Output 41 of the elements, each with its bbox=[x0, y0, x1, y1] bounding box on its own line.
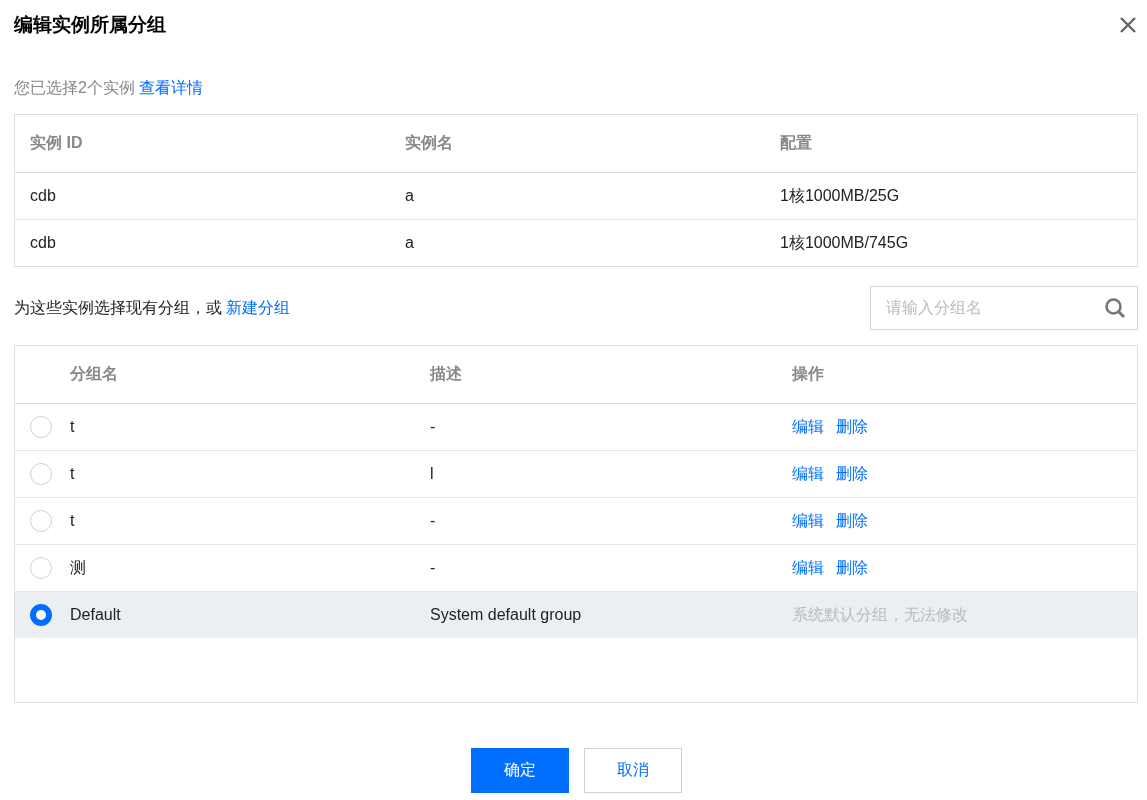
new-group-link[interactable]: 新建分组 bbox=[226, 298, 290, 316]
table-cell-text: a bbox=[404, 187, 415, 205]
close-icon[interactable] bbox=[1118, 15, 1138, 35]
details-link[interactable]: 查看详情 bbox=[138, 79, 203, 96]
action-link[interactable]: 删除 bbox=[836, 558, 868, 576]
table-cell-text: 1核1000MB/745G bbox=[779, 232, 910, 253]
table-cell-text: - bbox=[429, 559, 437, 577]
table-cell-text: Default bbox=[69, 606, 122, 624]
action-link[interactable]: 编辑 bbox=[792, 417, 824, 435]
selection-note: 您已选择2个实例 bbox=[14, 79, 135, 96]
table-cell-text: - bbox=[429, 512, 437, 530]
table-cell-text: t bbox=[69, 512, 76, 530]
search-icon[interactable] bbox=[1104, 297, 1126, 319]
column-header: 操作 bbox=[790, 364, 825, 384]
action-link[interactable]: 删除 bbox=[836, 417, 868, 435]
column-header: 实例名 bbox=[404, 133, 454, 153]
column-header: 实例 ID bbox=[29, 133, 84, 153]
column-header: 分组名 bbox=[69, 364, 119, 384]
dialog-title: 编辑实例所属分组 bbox=[14, 13, 166, 37]
table-cell-text: t bbox=[69, 418, 76, 436]
table-cell-text: l bbox=[429, 465, 435, 483]
cancel-button[interactable]: 取消 bbox=[583, 748, 682, 793]
table-cell-text: 测 bbox=[69, 557, 87, 578]
action-link[interactable]: 删除 bbox=[836, 464, 868, 482]
column-header: 描述 bbox=[428, 364, 463, 384]
table-cell-text: a bbox=[404, 234, 415, 252]
radio-button[interactable] bbox=[30, 604, 52, 626]
action-link[interactable]: 删除 bbox=[836, 511, 868, 529]
action-link[interactable]: 编辑 bbox=[792, 511, 824, 529]
column-header: 配置 bbox=[779, 133, 813, 153]
action-link[interactable]: 编辑 bbox=[792, 558, 824, 576]
table-cell-text: System default group bbox=[429, 606, 583, 624]
group-prompt: 为这些实例选择现有分组，或 bbox=[14, 298, 222, 316]
table-cell-text: 1核1000MB/25G bbox=[779, 185, 901, 206]
table-cell-text: t bbox=[69, 465, 76, 483]
action-link[interactable]: 编辑 bbox=[792, 464, 824, 482]
confirm-button[interactable]: 确定 bbox=[470, 748, 569, 793]
table-cell-text: cdb bbox=[29, 234, 57, 252]
search-field[interactable]: 请输入分组名 bbox=[870, 286, 1138, 330]
table-cell-text: cdb bbox=[29, 187, 57, 205]
table-cell-text: - bbox=[429, 418, 437, 436]
